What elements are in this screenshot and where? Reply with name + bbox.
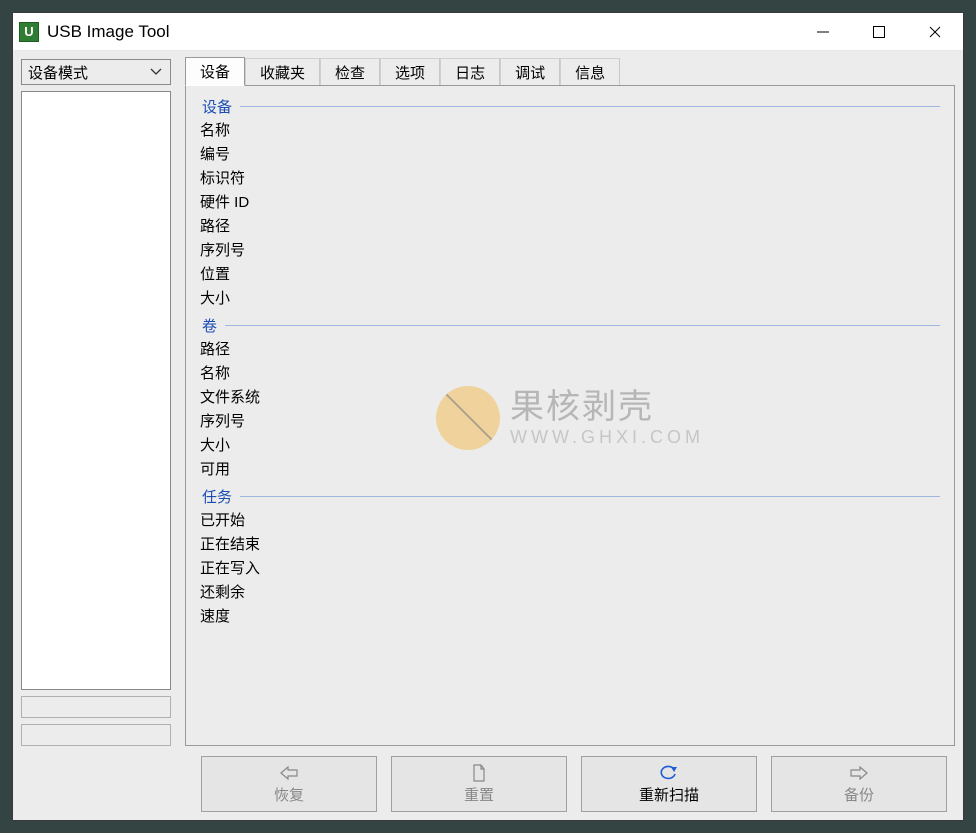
- field-location: 位置: [200, 263, 940, 287]
- rescan-button[interactable]: 重新扫描: [581, 756, 757, 812]
- device-listbox[interactable]: [21, 91, 171, 690]
- field-serial: 序列号: [200, 239, 940, 263]
- reset-button-label: 重置: [464, 784, 494, 805]
- field-vol-serial: 序列号: [200, 410, 940, 434]
- restore-button[interactable]: 恢复: [201, 756, 377, 812]
- maximize-button[interactable]: [851, 13, 907, 50]
- field-vol-free: 可用: [200, 458, 940, 482]
- titlebar[interactable]: U USB Image Tool: [13, 13, 963, 51]
- tab-device[interactable]: 设备: [185, 57, 245, 86]
- window-controls: [795, 13, 963, 50]
- tab-info[interactable]: 信息: [560, 58, 620, 86]
- group-device: 设备 名称 编号 标识符 硬件 ID 路径 序列号 位置 大小: [200, 96, 940, 311]
- field-vol-filesystem: 文件系统: [200, 386, 940, 410]
- field-task-started: 已开始: [200, 509, 940, 533]
- tab-bar: 设备 收藏夹 检查 选项 日志 调试 信息: [185, 59, 955, 85]
- status-strip-2: [21, 724, 171, 746]
- tab-favorites[interactable]: 收藏夹: [245, 58, 320, 86]
- field-size: 大小: [200, 287, 940, 311]
- chevron-down-icon: [146, 63, 166, 81]
- mode-select-value: 设备模式: [28, 62, 88, 83]
- window-title: USB Image Tool: [47, 22, 795, 42]
- field-vol-size: 大小: [200, 434, 940, 458]
- group-device-title: 设备: [200, 96, 234, 117]
- field-number: 编号: [200, 143, 940, 167]
- backup-button-label: 备份: [844, 784, 874, 805]
- tab-log[interactable]: 日志: [440, 58, 500, 86]
- field-path: 路径: [200, 215, 940, 239]
- field-task-remaining: 还剩余: [200, 581, 940, 605]
- field-task-speed: 速度: [200, 605, 940, 629]
- tab-debug[interactable]: 调试: [500, 58, 560, 86]
- document-icon: [469, 764, 489, 782]
- arrow-left-icon: [279, 764, 299, 782]
- field-identifier: 标识符: [200, 167, 940, 191]
- left-column: 设备模式: [21, 59, 171, 746]
- right-column: 设备 收藏夹 检查 选项 日志 调试 信息 设备 名称: [185, 59, 955, 746]
- close-button[interactable]: [907, 13, 963, 50]
- tab-options[interactable]: 选项: [380, 58, 440, 86]
- field-hardware-id: 硬件 ID: [200, 191, 940, 215]
- tab-panel-device: 设备 名称 编号 标识符 硬件 ID 路径 序列号 位置 大小: [185, 85, 955, 746]
- field-task-ending: 正在结束: [200, 533, 940, 557]
- client-area: 设备模式 设备 收藏夹 检查 选项 日志 调试 信息: [13, 51, 963, 820]
- button-row: 恢复 重置 重新扫描 备份: [21, 756, 955, 812]
- backup-button[interactable]: 备份: [771, 756, 947, 812]
- group-volume-title: 卷: [200, 315, 219, 336]
- field-task-writing: 正在写入: [200, 557, 940, 581]
- main-row: 设备模式 设备 收藏夹 检查 选项 日志 调试 信息: [21, 59, 955, 746]
- mode-select[interactable]: 设备模式: [21, 59, 171, 85]
- minimize-button[interactable]: [795, 13, 851, 50]
- rescan-button-label: 重新扫描: [639, 784, 699, 805]
- app-icon: U: [19, 22, 39, 42]
- arrow-right-icon: [849, 764, 869, 782]
- group-volume: 卷 路径 名称 文件系统 序列号 大小 可用: [200, 315, 940, 482]
- tab-check[interactable]: 检查: [320, 58, 380, 86]
- refresh-icon: [659, 764, 679, 782]
- field-vol-name: 名称: [200, 362, 940, 386]
- group-task-title: 任务: [200, 486, 234, 507]
- field-name: 名称: [200, 119, 940, 143]
- restore-button-label: 恢复: [274, 784, 304, 805]
- app-window: U USB Image Tool 设备模式: [12, 12, 964, 821]
- reset-button[interactable]: 重置: [391, 756, 567, 812]
- status-strip-1: [21, 696, 171, 718]
- group-task: 任务 已开始 正在结束 正在写入 还剩余 速度: [200, 486, 940, 629]
- field-vol-path: 路径: [200, 338, 940, 362]
